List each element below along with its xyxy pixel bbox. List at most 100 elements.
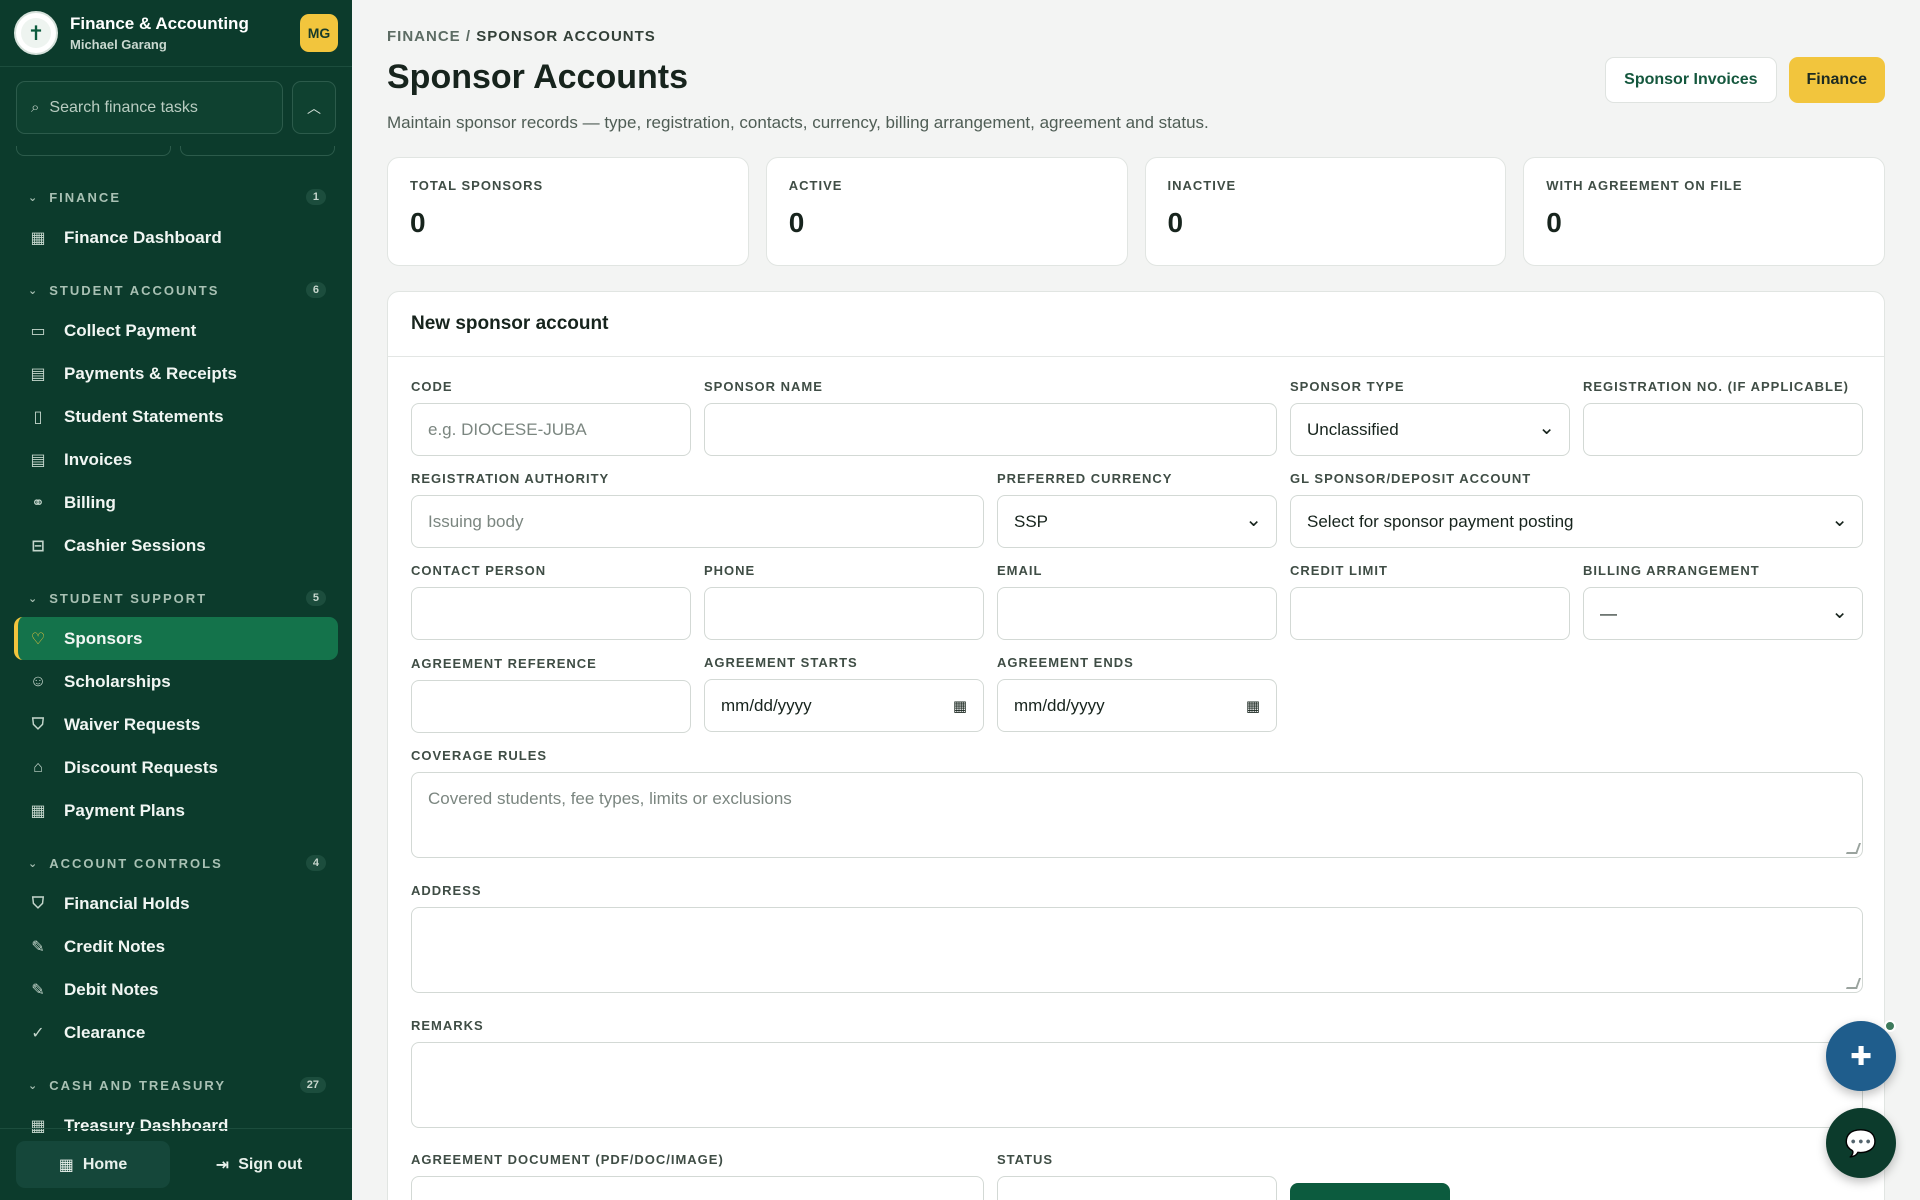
sponsor-invoices-button[interactable]: Sponsor Invoices bbox=[1605, 57, 1777, 103]
agreement-reference-label: AGREEMENT REFERENCE bbox=[411, 656, 597, 671]
sidebar-item-payments-receipts[interactable]: ▤ Payments & Receipts bbox=[14, 352, 338, 395]
chevron-down-icon: ⌄ bbox=[28, 857, 38, 870]
coverage-rules-textarea[interactable]: Covered students, fee types, limits or e… bbox=[411, 772, 1863, 858]
register-icon: ⊟ bbox=[31, 537, 45, 555]
chevron-up-icon: ︿ bbox=[307, 99, 321, 116]
search-input[interactable]: ⌕ Search finance tasks bbox=[16, 81, 283, 134]
sponsor-name-label: SPONSOR NAME bbox=[704, 379, 823, 394]
stats-row: TOTAL SPONSORS 0 ACTIVE 0 INACTIVE 0 WIT… bbox=[387, 157, 1885, 266]
agreement-ends-label: AGREEMENT ENDS bbox=[997, 655, 1134, 670]
registration-no-field[interactable] bbox=[1583, 403, 1863, 456]
nav-group-student-support[interactable]: ⌄ STUDENT SUPPORT 5 bbox=[14, 579, 338, 617]
pen-icon: ✎ bbox=[31, 981, 45, 999]
stat-total-sponsors: TOTAL SPONSORS 0 bbox=[387, 157, 749, 266]
billing-arrangement-select[interactable]: — bbox=[1583, 587, 1863, 640]
status-label: STATUS bbox=[997, 1152, 1054, 1167]
chat-button[interactable]: 💬 bbox=[1826, 1108, 1896, 1178]
sidebar-item-collect-payment[interactable]: ▭ Collect Payment bbox=[14, 309, 338, 352]
nav-group-cash-treasury[interactable]: ⌄ CASH AND TREASURY 27 bbox=[14, 1066, 338, 1104]
credit-limit-label: CREDIT LIMIT bbox=[1290, 563, 1388, 578]
preferred-currency-select[interactable]: SSP bbox=[997, 495, 1277, 548]
app-title: Finance & Accounting bbox=[70, 14, 249, 33]
sidebar: ✝ Finance & Accounting Michael Garang MG… bbox=[0, 0, 352, 1200]
contact-person-field[interactable] bbox=[411, 587, 691, 640]
users-icon: ☺ bbox=[29, 672, 47, 690]
sidebar-item-discount-requests[interactable]: ⌂ Discount Requests bbox=[14, 746, 338, 789]
sidebar-item-finance-dashboard[interactable]: ▦ Finance Dashboard bbox=[14, 216, 338, 259]
registration-authority-label: REGISTRATION AUTHORITY bbox=[411, 471, 610, 486]
sidebar-item-waiver-requests[interactable]: ⛉ Waiver Requests bbox=[14, 703, 338, 746]
registration-no-label: REGISTRATION NO. (IF APPLICABLE) bbox=[1583, 379, 1849, 394]
credit-limit-field[interactable] bbox=[1290, 587, 1570, 640]
agreement-reference-field[interactable] bbox=[411, 680, 691, 733]
group-count: 27 bbox=[299, 1077, 326, 1093]
shield-check-icon: ⛉ bbox=[31, 894, 44, 912]
chat-icon: 💬 bbox=[1844, 1127, 1878, 1158]
nav-group-account-controls[interactable]: ⌄ ACCOUNT CONTROLS 4 bbox=[14, 844, 338, 882]
contact-person-label: CONTACT PERSON bbox=[411, 563, 547, 578]
agreement-starts-date[interactable]: mm/dd/yyyy ▦ bbox=[704, 679, 984, 732]
sidebar-item-cashier-sessions[interactable]: ⊟ Cashier Sessions bbox=[14, 524, 338, 567]
online-status-dot bbox=[1884, 1020, 1896, 1032]
invoice-icon: ▤ bbox=[30, 451, 46, 469]
calendar-icon[interactable]: ▦ bbox=[1246, 697, 1260, 715]
sidebar-item-invoices[interactable]: ▤ Invoices bbox=[14, 438, 338, 481]
calendar-icon[interactable]: ▦ bbox=[953, 697, 967, 715]
sponsor-name-field[interactable] bbox=[704, 403, 1277, 456]
sponsor-type-select[interactable]: Unclassified bbox=[1290, 403, 1570, 456]
main-content: FINANCE / SPONSOR ACCOUNTS Sponsor Accou… bbox=[352, 0, 1920, 1200]
status-select[interactable] bbox=[997, 1176, 1277, 1200]
sidebar-item-sponsors[interactable]: ♡ Sponsors bbox=[14, 617, 338, 660]
agreement-document-file-input[interactable] bbox=[411, 1176, 984, 1200]
coverage-rules-label: COVERAGE RULES bbox=[411, 748, 548, 763]
nav-group-finance[interactable]: ⌄ FINANCE 1 bbox=[14, 178, 338, 216]
coins-icon: ⚭ bbox=[31, 494, 45, 512]
save-button[interactable] bbox=[1290, 1183, 1450, 1200]
stat-inactive: INACTIVE 0 bbox=[1144, 157, 1507, 266]
code-field[interactable]: e.g. DIOCESE-JUBA bbox=[411, 403, 691, 456]
sidebar-item-payment-plans[interactable]: ▦ Payment Plans bbox=[14, 789, 338, 832]
new-sponsor-form: New sponsor account CODE e.g. DIOCESE-JU… bbox=[387, 291, 1885, 1200]
sidebar-item-billing[interactable]: ⚭ Billing bbox=[14, 481, 338, 524]
sidebar-item-financial-holds[interactable]: ⛉ Financial Holds bbox=[14, 882, 338, 925]
group-count: 1 bbox=[305, 189, 326, 205]
group-count: 6 bbox=[305, 282, 326, 298]
gl-account-select[interactable]: Select for sponsor payment posting bbox=[1290, 495, 1863, 548]
agreement-ends-date[interactable]: mm/dd/yyyy ▦ bbox=[997, 679, 1277, 732]
group-count: 4 bbox=[305, 855, 326, 871]
gl-account-label: GL SPONSOR/DEPOSIT ACCOUNT bbox=[1290, 471, 1532, 486]
phone-field[interactable] bbox=[704, 587, 984, 640]
stat-with-agreement: WITH AGREEMENT ON FILE 0 bbox=[1523, 157, 1885, 266]
sign-out-button[interactable]: ⇥ Sign out bbox=[182, 1141, 336, 1188]
form-title: New sponsor account bbox=[388, 292, 1884, 357]
home-button[interactable]: ▦ Home bbox=[16, 1141, 170, 1188]
remarks-label: REMARKS bbox=[411, 1018, 484, 1033]
address-textarea[interactable] bbox=[411, 907, 1863, 993]
pen-icon: ✎ bbox=[31, 938, 45, 956]
avatar[interactable]: MG bbox=[300, 14, 338, 52]
sidebar-item-clearance[interactable]: ✓ Clearance bbox=[14, 1011, 338, 1054]
chat-plus-icon: ✚ bbox=[1850, 1040, 1872, 1071]
nav-group-student-accounts[interactable]: ⌄ STUDENT ACCOUNTS 6 bbox=[14, 271, 338, 309]
chevron-down-icon: ⌄ bbox=[28, 284, 38, 297]
handshake-icon: ♡ bbox=[30, 630, 46, 648]
sidebar-item-credit-notes[interactable]: ✎ Credit Notes bbox=[14, 925, 338, 968]
user-name: Michael Garang bbox=[70, 37, 167, 52]
grid-icon: ▦ bbox=[30, 229, 46, 247]
remarks-textarea[interactable] bbox=[411, 1042, 1863, 1128]
sidebar-item-student-statements[interactable]: ▯ Student Statements bbox=[14, 395, 338, 438]
sidebar-footer: ▦ Home ⇥ Sign out bbox=[0, 1128, 352, 1200]
sponsor-type-label: SPONSOR TYPE bbox=[1290, 379, 1405, 394]
sidebar-item-scholarships[interactable]: ☺ Scholarships bbox=[14, 660, 338, 703]
registration-authority-field[interactable]: Issuing body bbox=[411, 495, 984, 548]
receipt-icon: ▤ bbox=[30, 365, 46, 383]
breadcrumb-root[interactable]: FINANCE bbox=[387, 28, 461, 45]
sidebar-item-debit-notes[interactable]: ✎ Debit Notes bbox=[14, 968, 338, 1011]
finance-button[interactable]: Finance bbox=[1788, 57, 1885, 103]
stat-active: ACTIVE 0 bbox=[765, 157, 1128, 266]
collapse-button[interactable]: ︿ bbox=[292, 81, 336, 134]
email-field[interactable] bbox=[997, 587, 1277, 640]
assistant-button[interactable]: ✚ bbox=[1826, 1021, 1896, 1091]
tag-icon: ⌂ bbox=[33, 758, 43, 776]
grid-icon: ▦ bbox=[58, 1156, 74, 1174]
